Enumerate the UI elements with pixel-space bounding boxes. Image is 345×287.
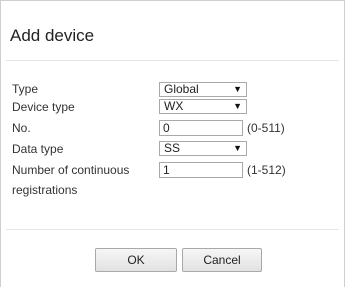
continuous-label-line2: registrations [12, 183, 78, 197]
data-type-label: Data type [12, 142, 64, 156]
ok-button[interactable]: OK [95, 248, 177, 272]
no-input[interactable]: 0 [159, 120, 243, 136]
data-type-select-value: SS [164, 141, 181, 155]
add-device-dialog: Add device Type Global ▼ Device type WX … [0, 0, 345, 287]
chevron-down-icon: ▼ [233, 101, 242, 111]
continuous-input-value: 1 [163, 163, 170, 177]
footer-divider [6, 229, 339, 230]
chevron-down-icon: ▼ [233, 84, 242, 94]
chevron-down-icon: ▼ [233, 143, 242, 153]
device-type-label: Device type [12, 100, 75, 114]
device-type-select[interactable]: WX ▼ [159, 99, 247, 114]
data-type-select[interactable]: SS ▼ [159, 141, 247, 156]
no-label: No. [12, 121, 31, 135]
no-range-hint: (0-511) [247, 121, 285, 135]
no-input-value: 0 [163, 121, 170, 135]
device-form: Type Global ▼ Device type WX ▼ No. 0 (0-… [0, 0, 345, 287]
continuous-input[interactable]: 1 [159, 162, 243, 178]
cancel-button[interactable]: Cancel [182, 248, 262, 272]
type-select[interactable]: Global ▼ [159, 82, 247, 97]
type-select-value: Global [164, 82, 199, 96]
device-type-select-value: WX [164, 99, 184, 113]
type-label: Type [12, 82, 39, 96]
continuous-label: Number of continuous [12, 163, 130, 177]
continuous-range-hint: (1-512) [247, 163, 286, 177]
